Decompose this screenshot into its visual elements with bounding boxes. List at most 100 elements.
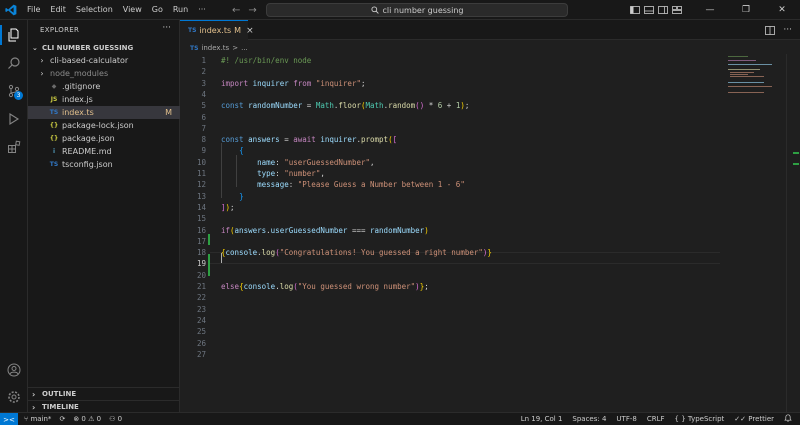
- vertical-scrollbar[interactable]: [786, 54, 800, 412]
- indentation[interactable]: Spaces: 4: [572, 415, 606, 423]
- code-line: type: "number",: [257, 169, 325, 178]
- line-number: 10: [196, 157, 206, 167]
- line-number: 18: [196, 248, 206, 258]
- menu-view[interactable]: View: [118, 0, 147, 20]
- close-tab-icon[interactable]: ×: [246, 26, 254, 36]
- menu-edit[interactable]: Edit: [45, 0, 71, 20]
- minimap[interactable]: [720, 54, 786, 412]
- line-number: 25: [196, 327, 206, 337]
- line-number: 24: [196, 315, 206, 325]
- menu-selection[interactable]: Selection: [71, 0, 118, 20]
- breadcrumb-symbols[interactable]: ...: [241, 44, 248, 52]
- source-control-icon[interactable]: 3: [0, 78, 28, 104]
- ports-icon: ⚇: [109, 415, 116, 423]
- back-arrow-icon[interactable]: ←: [232, 5, 240, 16]
- search-activity-icon[interactable]: [0, 50, 28, 76]
- tree-item-node-modules[interactable]: › node_modules: [28, 67, 180, 80]
- toggle-panel-icon[interactable]: [642, 0, 656, 20]
- line-number: 27: [196, 349, 206, 359]
- typescript-file-icon: TS: [49, 109, 59, 116]
- language-braces-icon: { }: [674, 415, 686, 423]
- line-number: 5: [201, 101, 206, 111]
- tree-item-index-ts[interactable]: TS index.ts M: [28, 106, 180, 119]
- chevron-down-icon: ⌄: [32, 44, 38, 52]
- extensions-icon[interactable]: [0, 134, 28, 160]
- tree-item-label: node_modules: [50, 69, 109, 78]
- code-line: if(answers.userGuessedNumber === randomN…: [221, 225, 429, 235]
- modified-badge: M: [165, 108, 172, 117]
- line-number: 17: [196, 236, 206, 246]
- line-number: 19: [196, 259, 206, 269]
- tab-index-ts[interactable]: TS index.ts M ×: [180, 20, 254, 40]
- manage-gear-icon[interactable]: [0, 384, 28, 410]
- tree-item-index-js[interactable]: JS index.js: [28, 93, 180, 106]
- end-of-line[interactable]: CRLF: [647, 415, 665, 423]
- tree-item-gitignore[interactable]: ◆ .gitignore: [28, 80, 180, 93]
- search-icon: [370, 6, 379, 14]
- line-number: 2: [201, 67, 206, 77]
- breadcrumb-file[interactable]: index.ts: [201, 44, 229, 52]
- git-branch[interactable]: ⑂ main*: [24, 415, 51, 423]
- close-window-icon[interactable]: ✕: [764, 0, 800, 20]
- json-file-icon: {}: [49, 122, 59, 129]
- status-right: Ln 19, Col 1 Spaces: 4 UTF-8 CRLF { } Ty…: [521, 413, 792, 425]
- tree-item-label: index.js: [62, 95, 93, 104]
- prettier-status[interactable]: ✓✓ Prettier: [734, 415, 774, 423]
- outline-section[interactable]: › OUTLINE: [28, 387, 180, 400]
- code-line: name: "userGuessedNumber",: [257, 157, 375, 167]
- cursor-position[interactable]: Ln 19, Col 1: [521, 415, 563, 423]
- line-number: 9: [201, 146, 206, 156]
- tree-item-label: tsconfig.json: [62, 160, 113, 169]
- tree-item-label: .gitignore: [62, 82, 101, 91]
- menu-more[interactable]: ···: [193, 0, 211, 20]
- tree-item-tsconfig-json[interactable]: TS tsconfig.json: [28, 158, 180, 171]
- workspace-folder[interactable]: ⌄ CLI NUMBER GUESSING: [28, 42, 180, 54]
- status-bar: >< ⑂ main* ⟳ ⊗ 0 ⚠ 0 ⚇ 0 Ln 19, Col 1 Sp…: [0, 412, 800, 425]
- minimize-icon[interactable]: —: [692, 0, 728, 20]
- encoding[interactable]: UTF-8: [616, 415, 636, 423]
- menu-run[interactable]: Run: [168, 0, 193, 20]
- tree-item-package-lock-json[interactable]: {} package-lock.json: [28, 119, 180, 132]
- check-double-icon: ✓✓: [734, 415, 747, 423]
- line-number: 14: [196, 202, 206, 212]
- menu-bar: File Edit Selection View Go Run ···: [22, 0, 211, 20]
- tree-item-cli-based-calculator[interactable]: › cli-based-calculator: [28, 54, 180, 67]
- line-number: 3: [201, 78, 206, 88]
- language-mode[interactable]: { } TypeScript: [675, 415, 725, 423]
- menu-file[interactable]: File: [22, 0, 45, 20]
- chevron-right-icon: ›: [32, 389, 36, 399]
- account-icon[interactable]: [0, 357, 28, 383]
- line-number: 1: [201, 56, 206, 65]
- command-center-search[interactable]: cli number guessing: [266, 3, 568, 17]
- code-line: const answers = await inquirer.prompt([: [221, 135, 398, 145]
- more-actions-icon[interactable]: ···: [783, 25, 792, 35]
- line-number: 13: [196, 191, 206, 201]
- error-icon: ⊗: [73, 415, 80, 423]
- breadcrumb: TS index.ts > ...: [190, 42, 248, 54]
- toggle-primary-sidebar-icon[interactable]: [628, 0, 642, 20]
- toggle-secondary-sidebar-icon[interactable]: [656, 0, 670, 20]
- tab-modified-flag: M: [234, 26, 242, 35]
- tree-item-readme-md[interactable]: i README.md: [28, 145, 180, 158]
- remote-indicator-icon[interactable]: ><: [0, 413, 18, 425]
- line-number: 23: [196, 304, 206, 314]
- workspace-folder-label: CLI NUMBER GUESSING: [42, 44, 134, 52]
- restore-icon[interactable]: ❐: [728, 0, 764, 20]
- explorer-icon[interactable]: [0, 22, 28, 48]
- run-and-debug-icon[interactable]: [0, 106, 28, 132]
- sync-icon[interactable]: ⟳: [59, 415, 65, 423]
- explorer-more-icon[interactable]: ···: [162, 23, 171, 33]
- ports-indicator[interactable]: ⚇ 0: [109, 415, 122, 423]
- tree-item-label: cli-based-calculator: [50, 56, 129, 65]
- menu-go[interactable]: Go: [147, 0, 168, 20]
- customize-layout-icon[interactable]: [670, 0, 684, 20]
- code-editor[interactable]: 1 2 3 4 5 6 7 8 9 10 11 12 13 14 15 16 17 18 19 20 21 22 23 24 2…: [180, 54, 720, 412]
- vscode-logo-icon[interactable]: [0, 0, 22, 20]
- notifications-bell-icon[interactable]: [784, 414, 792, 424]
- line-number: 16: [196, 225, 206, 235]
- line-number: 6: [201, 112, 206, 122]
- problems-indicator[interactable]: ⊗ 0 ⚠ 0: [73, 415, 101, 423]
- forward-arrow-icon[interactable]: →: [248, 5, 256, 16]
- tree-item-package-json[interactable]: {} package.json: [28, 132, 180, 145]
- split-editor-icon[interactable]: [765, 25, 776, 35]
